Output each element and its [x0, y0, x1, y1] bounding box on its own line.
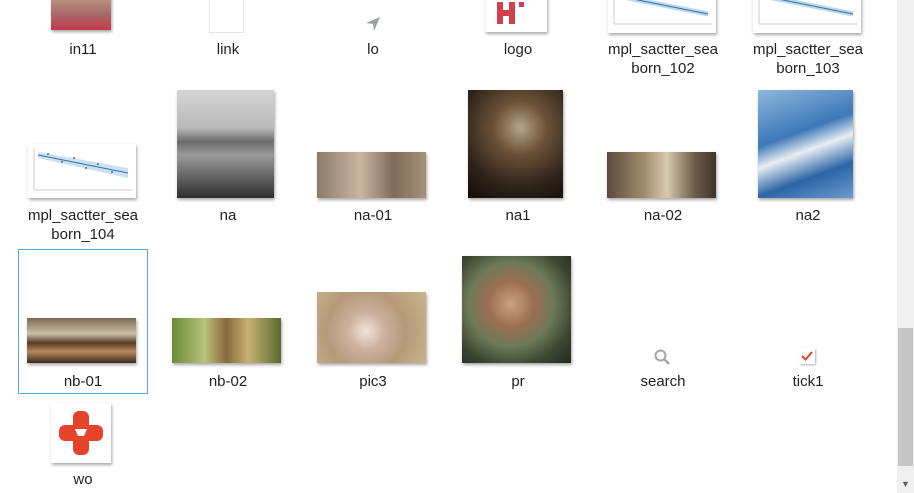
file-mpl-sactter-seaborn-104[interactable]: mpl_sactter_sea born_104 [18, 88, 148, 248]
file-label: wo [73, 471, 93, 488]
file-label: mpl_sactter_sea born_102 [607, 41, 719, 77]
file-label: na1 [505, 207, 531, 224]
file-nb-01[interactable]: nb-01 [18, 250, 148, 393]
na-01-thumbnail [317, 152, 426, 198]
file-pic3[interactable]: pic3 [308, 250, 438, 393]
file-na1[interactable]: na1 [453, 88, 583, 228]
file-mpl-sactter-seaborn-102[interactable]: mpl_sactter_sea born_102 [598, 0, 728, 85]
file-na-01[interactable]: na-01 [308, 88, 438, 228]
file-label: in11 [69, 41, 97, 58]
file-na[interactable]: na [163, 88, 293, 228]
pr-thumbnail [462, 256, 571, 363]
file-tick1[interactable]: tick1 [743, 250, 873, 393]
in11-thumbnail [51, 0, 111, 30]
vertical-scrollbar[interactable]: ▼ [897, 0, 914, 493]
location-arrow-icon [366, 17, 380, 31]
nb-01-thumbnail [27, 318, 136, 363]
file-na2[interactable]: na2 [743, 88, 873, 228]
file-label: na-02 [643, 207, 683, 224]
file-label: nb-01 [63, 373, 103, 390]
file-logo[interactable]: logo [453, 0, 583, 70]
file-in11[interactable]: in11 [18, 0, 148, 70]
file-label: lo [367, 41, 379, 58]
search-icon [654, 349, 670, 365]
nb-02-thumbnail [172, 318, 281, 363]
scrollbar-thumb[interactable] [898, 328, 913, 466]
file-label: mpl_sactter_sea born_104 [27, 207, 139, 243]
file-mpl-sactter-seaborn-103[interactable]: mpl_sactter_sea born_103 [743, 0, 873, 85]
file-na-02[interactable]: na-02 [598, 88, 728, 228]
logo-thumbnail [485, 0, 547, 32]
tick1-thumbnail [799, 348, 815, 364]
file-label: pic3 [359, 373, 387, 390]
file-pr[interactable]: pr [453, 250, 583, 393]
na2-thumbnail [758, 90, 853, 198]
file-link[interactable]: link [163, 0, 293, 70]
file-label: na-01 [353, 207, 393, 224]
file-label: mpl_sactter_sea born_103 [752, 41, 864, 77]
na-thumbnail [177, 90, 274, 198]
na-02-thumbnail [607, 152, 716, 198]
file-label: logo [503, 41, 533, 58]
file-wo[interactable]: wo [18, 400, 148, 493]
na1-thumbnail [468, 90, 563, 198]
file-label: pr [511, 373, 525, 390]
file-lo[interactable]: lo [308, 0, 438, 70]
wo-logo-icon [59, 411, 103, 455]
pic3-thumbnail [317, 292, 426, 363]
file-label: na2 [795, 207, 821, 224]
checkmark-icon [801, 351, 813, 361]
file-label: search [640, 373, 686, 390]
file-label: link [216, 41, 240, 58]
scroll-down-icon[interactable]: ▼ [897, 476, 914, 493]
file-label: nb-02 [208, 373, 248, 390]
file-search[interactable]: search [598, 250, 728, 393]
file-label: na [219, 207, 237, 224]
link-thumbnail [210, 0, 243, 32]
mpl-102-thumbnail [608, 0, 716, 33]
wo-thumbnail [51, 403, 111, 463]
file-nb-02[interactable]: nb-02 [163, 250, 293, 393]
mpl-104-thumbnail [28, 144, 136, 198]
file-label: tick1 [792, 373, 824, 390]
mpl-103-thumbnail [753, 0, 861, 33]
